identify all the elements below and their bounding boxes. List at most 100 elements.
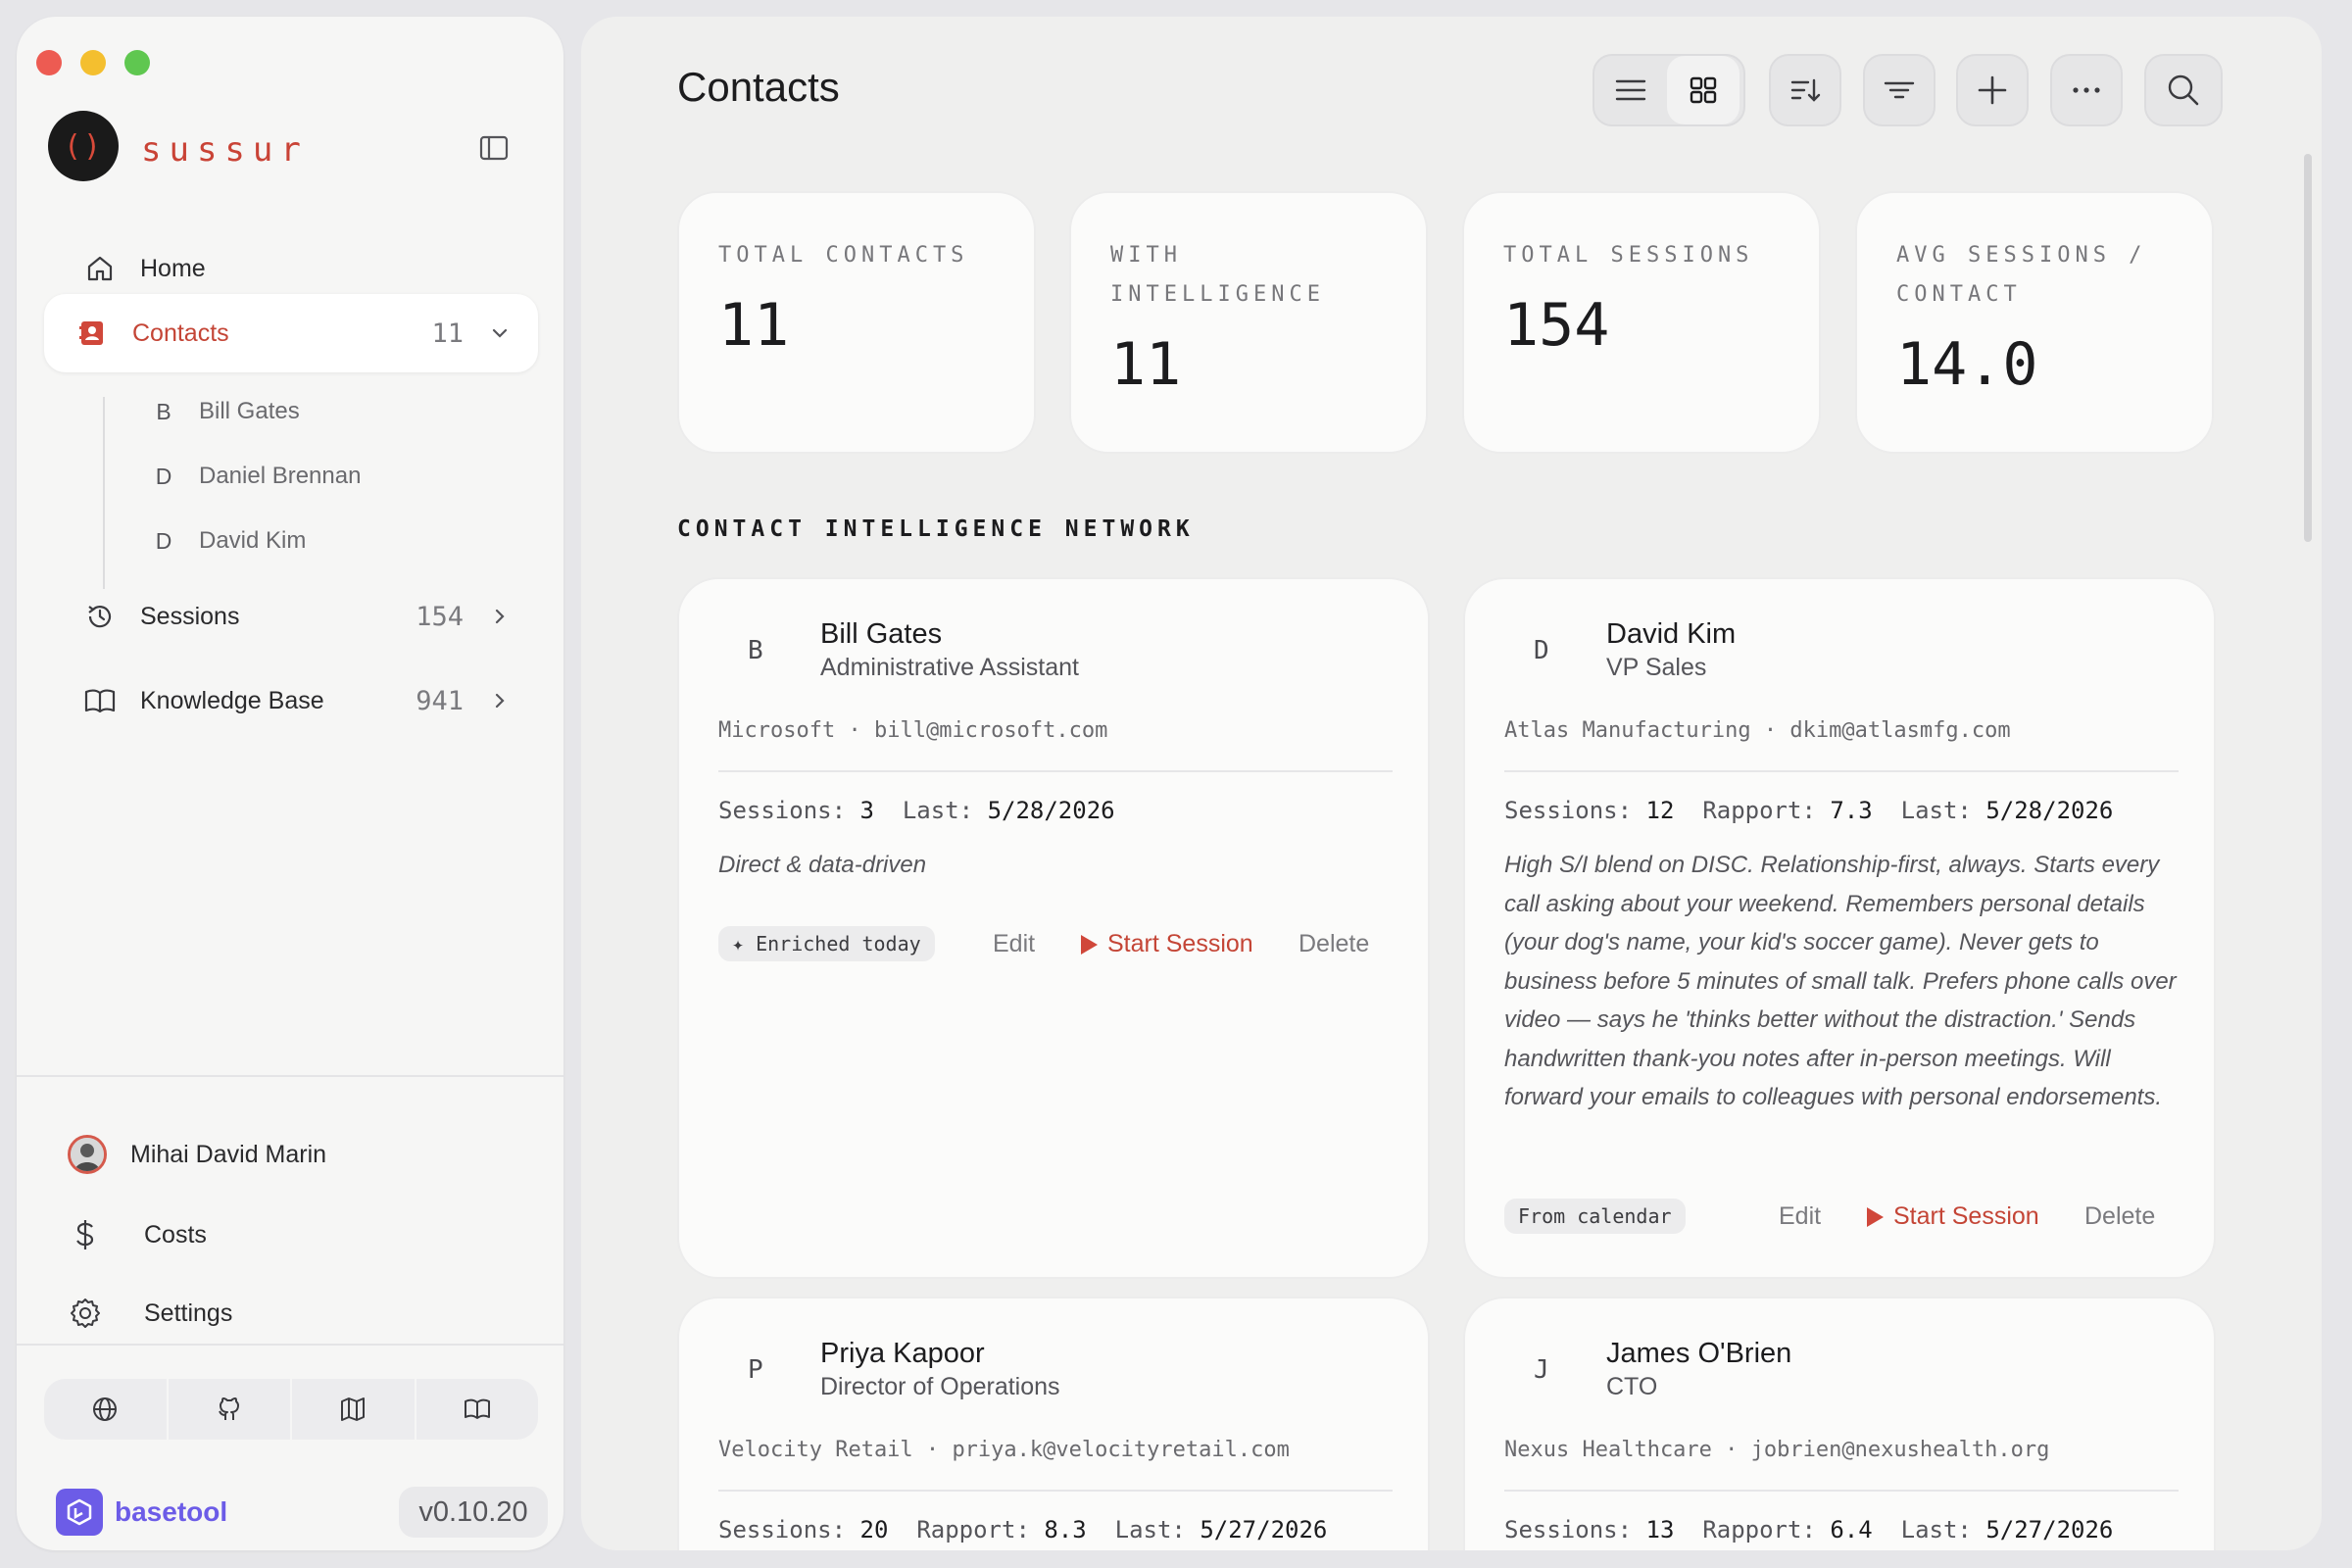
sessions-label: Sessions: bbox=[1504, 1516, 1633, 1544]
sessions-label: Sessions: bbox=[718, 1516, 847, 1544]
app-brand-name: sussur bbox=[141, 130, 309, 170]
rapport-value: 8.3 bbox=[1044, 1516, 1087, 1544]
rapport-value: 7.3 bbox=[1830, 797, 1873, 824]
contact-stats: Sessions: 13 Rapport: 6.4 Last: 5/27/202… bbox=[1504, 1516, 2113, 1544]
page-title: Contacts bbox=[677, 64, 840, 110]
sidebar-item-settings[interactable]: Settings bbox=[68, 1289, 232, 1338]
card-divider bbox=[1504, 1490, 2179, 1492]
filter-button[interactable] bbox=[1863, 54, 1936, 126]
contact-email: jobrien@nexushealth.org bbox=[1750, 1438, 2050, 1462]
main-content: Contacts TOTAL CONTACTS 11 WITH INTELLIG… bbox=[581, 17, 2322, 1550]
knowledge-base-count: 941 bbox=[416, 685, 464, 716]
rapport-value: 6.4 bbox=[1830, 1516, 1873, 1544]
contact-company: Atlas Manufacturing bbox=[1504, 718, 1751, 743]
contact-card[interactable]: D David Kim VP Sales Atlas Manufacturing… bbox=[1463, 577, 2216, 1279]
contact-name: David Kim bbox=[1606, 618, 1737, 650]
chevron-right-icon[interactable] bbox=[487, 688, 513, 713]
sidebar-item-label: Home bbox=[140, 254, 206, 282]
user-name: Mihai David Marin bbox=[130, 1140, 327, 1168]
contact-meta: Atlas Manufacturing · dkim@atlasmfg.com bbox=[1504, 718, 2011, 743]
sidebar-divider bbox=[17, 1075, 564, 1077]
contact-company: Microsoft bbox=[718, 718, 836, 743]
search-button[interactable] bbox=[2144, 54, 2223, 126]
chevron-right-icon[interactable] bbox=[487, 604, 513, 629]
stat-label: WITH INTELLIGENCE bbox=[1110, 243, 1325, 307]
close-window-button[interactable] bbox=[36, 50, 62, 75]
contact-card[interactable]: B Bill Gates Administrative Assistant Mi… bbox=[677, 577, 1430, 1279]
contact-title: Administrative Assistant bbox=[820, 654, 1079, 681]
external-links-bar bbox=[44, 1379, 538, 1440]
stat-value: 11 bbox=[1110, 330, 1182, 399]
rapport-label: Rapport: bbox=[1702, 1516, 1816, 1544]
minimize-window-button[interactable] bbox=[80, 50, 106, 75]
scrollbar[interactable] bbox=[2304, 154, 2312, 542]
list-view-icon[interactable] bbox=[1594, 56, 1667, 124]
contact-description: High S/I blend on DISC. Relationship-fir… bbox=[1504, 852, 2177, 1110]
contact-name: David Kim bbox=[199, 527, 307, 554]
sidebar-divider bbox=[17, 1344, 564, 1346]
sidebar-subitem-contact[interactable]: D David Kim bbox=[144, 516, 307, 565]
start-session-label: Start Session bbox=[1107, 930, 1253, 957]
sidebar-item-knowledge-base[interactable]: Knowledge Base 941 bbox=[44, 662, 538, 740]
more-icon bbox=[2052, 56, 2121, 124]
delete-button[interactable]: Delete bbox=[2084, 1202, 2155, 1231]
grid-view-icon[interactable] bbox=[1667, 56, 1740, 124]
globe-icon[interactable] bbox=[44, 1379, 169, 1440]
contact-name: Bill Gates bbox=[820, 618, 943, 650]
book-icon bbox=[83, 684, 117, 717]
card-divider bbox=[718, 770, 1393, 772]
sessions-label: Sessions: bbox=[718, 797, 847, 824]
map-icon[interactable] bbox=[292, 1379, 416, 1440]
last-value: 5/27/2026 bbox=[1200, 1516, 1328, 1544]
contact-name: Daniel Brennan bbox=[199, 463, 362, 489]
sidebar-item-contacts[interactable]: Contacts 11 bbox=[44, 294, 538, 372]
stat-value: 11 bbox=[718, 291, 790, 360]
sessions-value: 3 bbox=[859, 797, 874, 824]
basetool-link[interactable]: basetool bbox=[56, 1489, 227, 1536]
stat-label: TOTAL SESSIONS bbox=[1503, 243, 1754, 268]
edit-button[interactable]: Edit bbox=[1779, 1202, 1821, 1231]
history-icon bbox=[83, 600, 117, 633]
costs-label: Costs bbox=[144, 1220, 207, 1249]
contact-card[interactable]: J James O'Brien CTO Nexus Healthcare · j… bbox=[1463, 1297, 2216, 1550]
play-icon bbox=[1867, 1206, 1884, 1227]
contact-meta: Velocity Retail · priya.k@velocityretail… bbox=[718, 1438, 1290, 1462]
contact-initial: D bbox=[1534, 636, 1549, 665]
more-options-button[interactable] bbox=[2050, 54, 2123, 126]
last-label: Last: bbox=[1900, 797, 1972, 824]
edit-button[interactable]: Edit bbox=[993, 930, 1035, 958]
sidebar-subitem-contact[interactable]: D Daniel Brennan bbox=[144, 452, 362, 501]
sidebar-item-sessions[interactable]: Sessions 154 bbox=[44, 577, 538, 656]
status-badge: From calendar bbox=[1504, 1199, 1686, 1234]
contact-name: Bill Gates bbox=[199, 398, 300, 424]
add-contact-button[interactable] bbox=[1956, 54, 2029, 126]
maximize-window-button[interactable] bbox=[124, 50, 150, 75]
last-label: Last: bbox=[1900, 1516, 1972, 1544]
chevron-down-icon[interactable] bbox=[487, 320, 513, 346]
github-icon[interactable] bbox=[169, 1379, 292, 1440]
view-toggle-group bbox=[1592, 54, 1745, 126]
start-session-button[interactable]: Start Session bbox=[1081, 930, 1253, 958]
contact-description: Direct & data-driven bbox=[718, 852, 927, 878]
sidebar-item-label: Contacts bbox=[132, 318, 229, 347]
stat-card-total-sessions: TOTAL SESSIONS 154 bbox=[1462, 191, 1821, 454]
stat-value: 14.0 bbox=[1896, 330, 2038, 399]
contact-email: priya.k@velocityretail.com bbox=[952, 1438, 1290, 1462]
delete-button[interactable]: Delete bbox=[1298, 930, 1369, 958]
sort-icon bbox=[1771, 56, 1839, 124]
contact-stats: Sessions: 3 Last: 5/28/2026 bbox=[718, 797, 1115, 824]
card-divider bbox=[1504, 770, 2179, 772]
stat-card-total-contacts: TOTAL CONTACTS 11 bbox=[677, 191, 1036, 454]
sort-button[interactable] bbox=[1769, 54, 1841, 126]
sidebar-toggle-icon[interactable] bbox=[478, 132, 510, 164]
user-profile[interactable]: Mihai David Marin bbox=[68, 1130, 326, 1179]
sidebar-subitem-contact[interactable]: B Bill Gates bbox=[144, 387, 300, 436]
book-open-icon[interactable] bbox=[416, 1379, 539, 1440]
dollar-icon bbox=[68, 1217, 103, 1252]
sidebar-item-costs[interactable]: Costs bbox=[68, 1210, 207, 1259]
contact-card[interactable]: P Priya Kapoor Director of Operations Ve… bbox=[677, 1297, 1430, 1550]
sessions-label: Sessions: bbox=[1504, 797, 1633, 824]
sessions-value: 20 bbox=[859, 1516, 889, 1544]
contact-meta: Nexus Healthcare · jobrien@nexushealth.o… bbox=[1504, 1438, 2050, 1462]
start-session-button[interactable]: Start Session bbox=[1867, 1202, 2039, 1231]
